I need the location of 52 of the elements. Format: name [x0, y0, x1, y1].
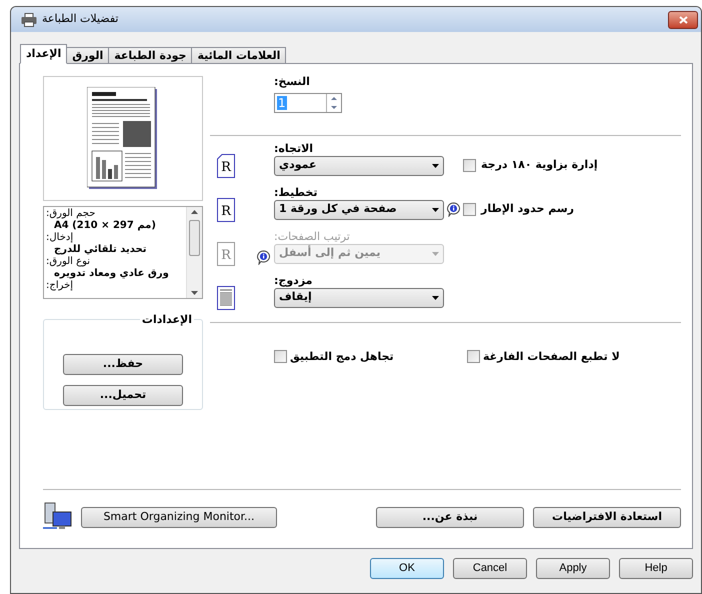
close-button[interactable] — [668, 10, 698, 28]
page-r-icon: R — [217, 154, 235, 178]
dialog-button[interactable]: OK — [370, 558, 444, 579]
dialog-button[interactable]: Help — [619, 558, 693, 579]
tab[interactable]: الورق — [66, 47, 110, 64]
close-icon — [678, 16, 688, 24]
summary-label: :نوع الورق — [46, 256, 92, 268]
group-title: الإعدادات — [140, 312, 194, 328]
summary-label: :إدخال — [46, 232, 74, 244]
dialog-button[interactable]: Apply — [536, 558, 610, 579]
caret-icon — [432, 252, 439, 256]
tab[interactable]: الإعداد — [20, 44, 68, 64]
summary-value: ورق عادي ومعاد تدويره — [53, 268, 170, 280]
scroll-up-arrow-icon[interactable] — [191, 210, 198, 214]
tab[interactable]: جودة الطباعة — [108, 47, 192, 64]
copies-label: :النسخ — [274, 74, 311, 90]
document-lines-icon — [217, 286, 235, 310]
restore-defaults-button[interactable]: استعادة الافتراضيات — [533, 506, 681, 528]
about-button[interactable]: ...نبذة عن — [376, 506, 524, 528]
summary-label: :حجم الورق — [46, 208, 96, 220]
checkbox[interactable] — [274, 350, 287, 364]
checkbox-label: تجاهل دمج التطبيق — [290, 348, 394, 365]
field-label: :ترتيب الصفحات — [274, 230, 351, 244]
summary-value: A4 (210 × 297 مم) — [53, 220, 157, 232]
summary-label: :إخراج — [46, 280, 74, 292]
field-label: :الاتجاه — [274, 142, 314, 156]
window-title: تفضيلات الطباعة — [42, 11, 118, 28]
tab[interactable]: العلامات المائية — [191, 47, 286, 64]
field-label: :مزدوج — [274, 274, 314, 288]
scrollbar[interactable] — [186, 207, 202, 298]
caret-icon — [432, 296, 439, 300]
page-r-icon: R — [217, 198, 235, 222]
dropdown[interactable]: عمودي — [274, 156, 444, 176]
checkbox[interactable] — [467, 350, 480, 364]
checkbox-label: لا تطبع الصفحات الفارغة — [483, 348, 620, 365]
field-label: :تخطيط — [274, 186, 318, 200]
scroll-down-arrow-icon[interactable] — [191, 291, 198, 295]
settings-button[interactable]: ...تحميل — [63, 385, 183, 406]
caret-icon — [432, 208, 439, 212]
dropdown[interactable]: إيقاف — [274, 288, 444, 308]
dialog-button[interactable]: Cancel — [453, 558, 527, 579]
settings-button[interactable]: ...حفظ — [63, 354, 183, 375]
checkbox[interactable] — [463, 159, 476, 172]
checkbox[interactable] — [463, 203, 476, 216]
checkbox-label: رسم حدود الإطار — [481, 201, 574, 218]
dropdown[interactable]: صفحة في كل ورقة 1 — [274, 200, 444, 220]
printer-icon — [21, 12, 37, 26]
checkbox-label: إدارة بزاوية ١٨٠ درجة — [481, 157, 598, 174]
summary-value: تحديد تلقائي للدرج — [53, 244, 148, 256]
page-r-icon: R — [217, 242, 235, 266]
monitor-button[interactable]: Smart Organizing Monitor... — [81, 506, 277, 528]
caret-icon — [432, 164, 439, 168]
